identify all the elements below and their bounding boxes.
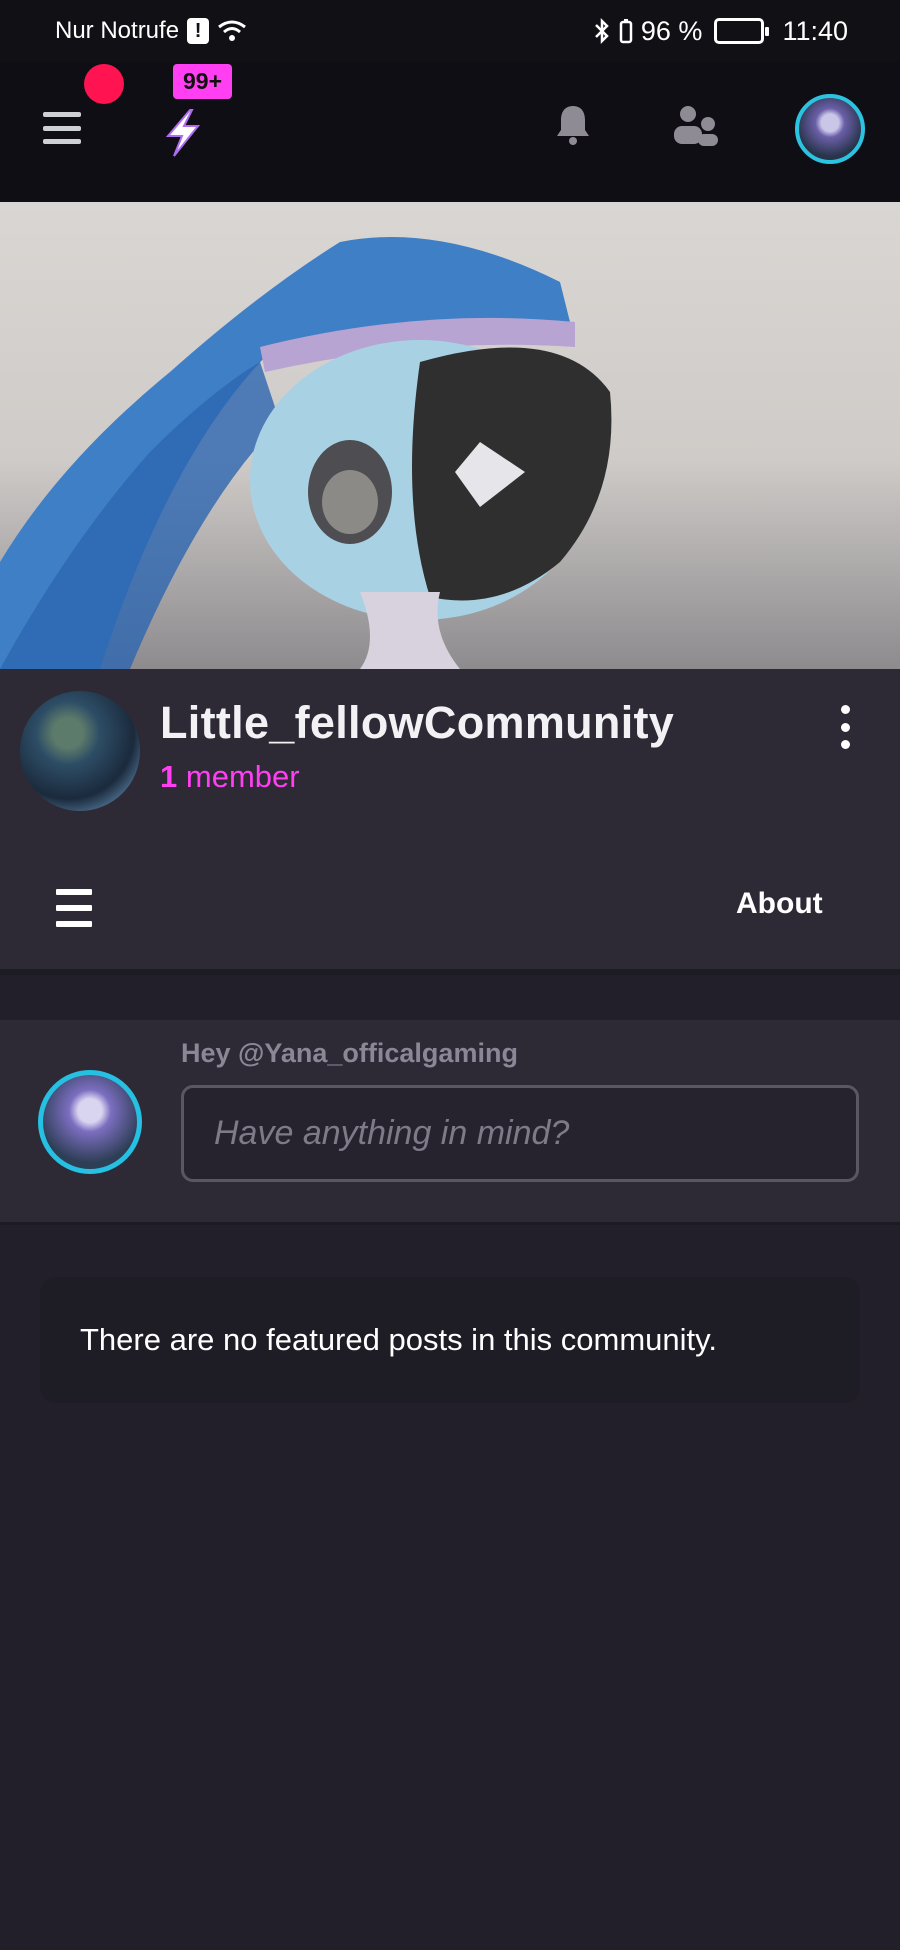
status-right: 96 % 11:40 [593,16,848,47]
tab-menu-icon[interactable] [56,889,92,927]
member-count-label: member [185,759,300,794]
wifi-icon [218,20,246,41]
add-user-icon[interactable] [672,104,720,148]
banner-drawing [0,237,612,669]
member-count[interactable]: 1 member [160,759,300,795]
status-bar: Nur Notrufe ! 96 % 11:40 [0,0,900,62]
more-options-icon[interactable] [838,705,852,749]
featured-empty-card: There are no featured posts in this comm… [40,1277,860,1403]
member-count-number: 1 [160,759,178,794]
compose-post-box: Hey @Yana_officalgaming [0,1020,900,1225]
community-header: Little_fellowCommunity 1 member About [0,669,900,975]
notification-count-badge: 99+ [173,64,233,99]
battery-saver-icon [619,19,633,44]
tab-about[interactable]: About [736,887,823,921]
bolt-icon[interactable] [160,108,206,158]
app-top-bar: 99+ [0,62,900,202]
menu-icon[interactable] [40,106,84,150]
bluetooth-icon [595,17,609,45]
community-title: Little_fellowCommunity [160,697,675,748]
divider [0,969,900,975]
alert-icon: ! [187,18,210,44]
featured-empty-message: There are no featured posts in this comm… [80,1322,717,1357]
carrier-text: Nur Notrufe [55,17,180,44]
battery-icon [714,18,770,44]
compose-input[interactable] [181,1085,859,1182]
status-left: Nur Notrufe ! [55,17,247,45]
community-avatar[interactable] [20,691,140,811]
battery-percent: 96 % [640,15,703,46]
bell-icon[interactable] [553,102,593,146]
notification-dot [84,64,124,104]
community-banner [0,202,900,669]
clock: 11:40 [782,15,848,46]
compose-avatar [38,1070,142,1174]
compose-greeting: Hey @Yana_officalgaming [181,1038,518,1068]
user-avatar[interactable] [795,94,865,164]
